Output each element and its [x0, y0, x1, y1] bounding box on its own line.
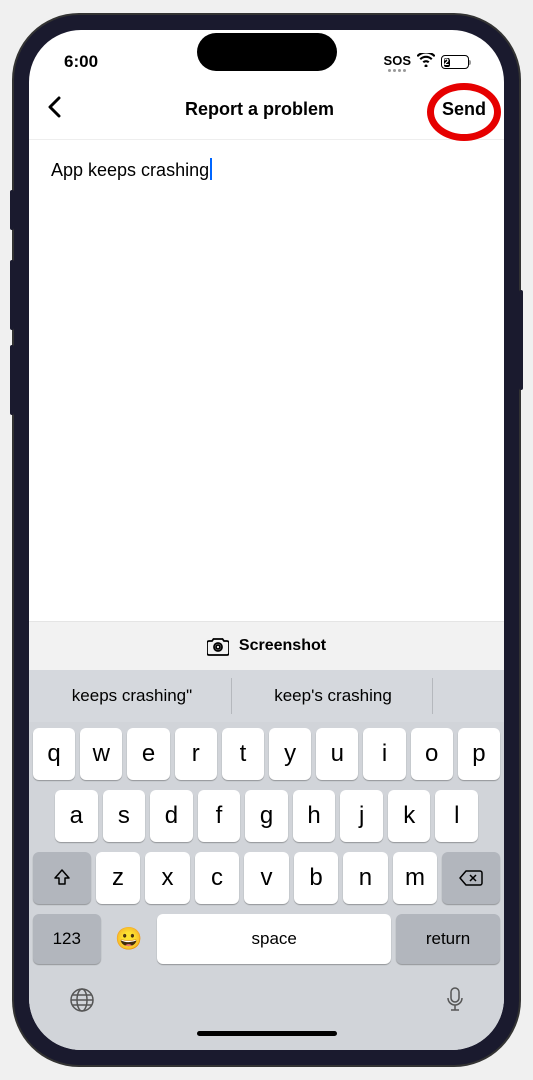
- chevron-left-icon: [47, 96, 61, 118]
- key-j[interactable]: j: [340, 790, 383, 842]
- backspace-key[interactable]: [442, 852, 500, 904]
- key-k[interactable]: k: [388, 790, 431, 842]
- key-row-4: 123 😀 space return: [33, 914, 500, 964]
- return-key[interactable]: return: [396, 914, 500, 964]
- dictation-key[interactable]: [445, 986, 465, 1019]
- status-right: SOS 27: [384, 52, 469, 72]
- phone-frame: 6:00 SOS 27 Report a problem: [14, 15, 519, 1065]
- key-e[interactable]: e: [127, 728, 169, 780]
- key-o[interactable]: o: [411, 728, 453, 780]
- emoji-key[interactable]: 😀: [106, 914, 153, 964]
- key-w[interactable]: w: [80, 728, 122, 780]
- key-f[interactable]: f: [198, 790, 241, 842]
- shift-icon: [52, 868, 72, 888]
- globe-icon: [68, 986, 96, 1014]
- key-x[interactable]: x: [145, 852, 189, 904]
- home-indicator[interactable]: [197, 1031, 337, 1036]
- key-m[interactable]: m: [393, 852, 437, 904]
- emoji-icon: 😀: [115, 926, 142, 952]
- key-d[interactable]: d: [150, 790, 193, 842]
- key-q[interactable]: q: [33, 728, 75, 780]
- keyboard: q w e r t y u i o p a s d f g h j k l: [29, 722, 504, 1050]
- numbers-key[interactable]: 123: [33, 914, 101, 964]
- key-z[interactable]: z: [96, 852, 140, 904]
- volume-up-button: [10, 260, 14, 330]
- screen: 6:00 SOS 27 Report a problem: [29, 30, 504, 1050]
- nav-bar: Report a problem Send: [29, 82, 504, 140]
- key-b[interactable]: b: [294, 852, 338, 904]
- camera-icon: [207, 636, 229, 656]
- key-n[interactable]: n: [343, 852, 387, 904]
- suggestion-1[interactable]: keeps crashing": [33, 678, 232, 714]
- suggestion-2[interactable]: keep's crashing: [234, 678, 433, 714]
- page-title: Report a problem: [185, 99, 334, 120]
- key-y[interactable]: y: [269, 728, 311, 780]
- key-c[interactable]: c: [195, 852, 239, 904]
- key-t[interactable]: t: [222, 728, 264, 780]
- key-row-1: q w e r t y u i o p: [33, 728, 500, 780]
- microphone-icon: [445, 986, 465, 1014]
- shift-key[interactable]: [33, 852, 91, 904]
- key-row-2: a s d f g h j k l: [33, 790, 500, 842]
- key-i[interactable]: i: [363, 728, 405, 780]
- volume-down-button: [10, 345, 14, 415]
- keyboard-suggestions: keeps crashing" keep's crashing: [29, 670, 504, 722]
- input-text: App keeps crashing: [51, 160, 209, 180]
- key-u[interactable]: u: [316, 728, 358, 780]
- sos-indicator: SOS: [384, 53, 411, 72]
- wifi-icon: [417, 52, 435, 72]
- problem-description-input[interactable]: App keeps crashing: [29, 140, 504, 621]
- key-s[interactable]: s: [103, 790, 146, 842]
- key-g[interactable]: g: [245, 790, 288, 842]
- volume-switch: [10, 190, 14, 230]
- power-button: [519, 290, 523, 390]
- battery-icon: 27: [441, 55, 469, 69]
- key-h[interactable]: h: [293, 790, 336, 842]
- key-v[interactable]: v: [244, 852, 288, 904]
- backspace-icon: [459, 869, 483, 887]
- send-button[interactable]: Send: [442, 99, 486, 120]
- status-time: 6:00: [64, 52, 98, 72]
- dynamic-island: [197, 33, 337, 71]
- screenshot-label: Screenshot: [239, 637, 326, 655]
- space-key[interactable]: space: [157, 914, 391, 964]
- key-r[interactable]: r: [175, 728, 217, 780]
- key-a[interactable]: a: [55, 790, 98, 842]
- annotation-highlight-circle: [427, 83, 501, 141]
- text-cursor: [210, 158, 212, 180]
- keyboard-bottom-bar: [33, 974, 500, 1023]
- key-row-3: z x c v b n m: [33, 852, 500, 904]
- key-p[interactable]: p: [458, 728, 500, 780]
- screenshot-button[interactable]: Screenshot: [29, 621, 504, 670]
- back-button[interactable]: [47, 96, 77, 123]
- suggestion-3[interactable]: [435, 678, 500, 714]
- globe-key[interactable]: [68, 986, 96, 1019]
- key-l[interactable]: l: [435, 790, 478, 842]
